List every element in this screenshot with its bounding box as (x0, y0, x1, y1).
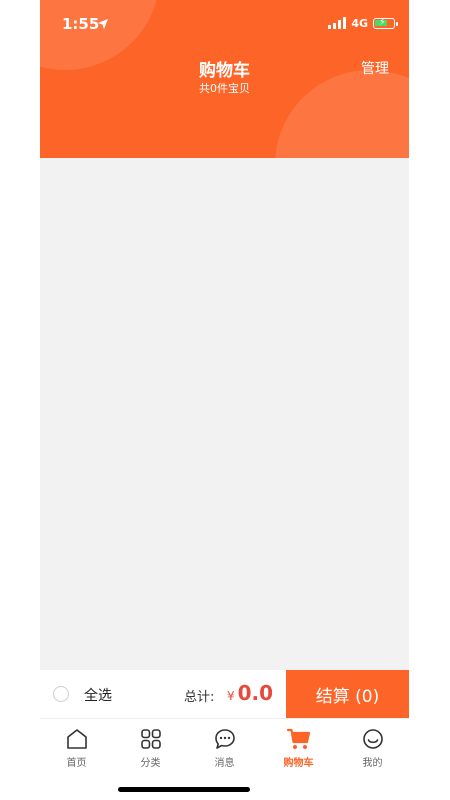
home-indicator (118, 787, 250, 792)
location-arrow-icon (97, 15, 111, 29)
select-all-label[interactable]: 全选 (84, 685, 112, 705)
page-title: 购物车 (199, 61, 250, 81)
checkout-button[interactable]: 结算 (0) (286, 670, 409, 718)
tab-label: 分类 (140, 758, 161, 769)
total-amount-value: 0.0 (237, 681, 274, 705)
tab-cart[interactable]: 购物车 (262, 727, 335, 769)
home-icon (66, 729, 87, 749)
battery-icon: ⚡ (373, 17, 398, 29)
tab-label: 首页 (66, 758, 87, 769)
tab-messages[interactable]: 消息 (188, 727, 261, 769)
status-bar: 1:55 4G ⚡ (40, 0, 409, 46)
chat-icon (214, 729, 235, 749)
tab-label: 购物车 (283, 758, 314, 769)
select-all-checkbox[interactable] (53, 686, 69, 702)
total-label: 总计: (184, 690, 215, 705)
item-count: 共0件宝贝 (199, 82, 250, 95)
tab-label: 我的 (362, 758, 383, 769)
grid-icon (140, 729, 161, 749)
cart-list-empty (40, 158, 409, 670)
cart-header: 1:55 4G ⚡ 购物车 共0件宝贝 管理 (40, 0, 409, 158)
tab-mine[interactable]: 我的 (336, 727, 409, 769)
status-time: 1:55 (62, 15, 100, 33)
tab-category[interactable]: 分类 (114, 727, 187, 769)
smiley-icon (362, 729, 383, 749)
tab-label: 消息 (214, 758, 235, 769)
tab-home[interactable]: 首页 (40, 727, 113, 769)
total-price: ¥ 0.0 (227, 681, 273, 705)
phone-screen: 1:55 4G ⚡ 购物车 共0件宝贝 管理 全选 总计: ¥ 0.0 结算 (… (40, 0, 409, 800)
network-type: 4G (351, 16, 368, 30)
checkout-bar: 全选 总计: ¥ 0.0 结算 (0) (40, 670, 409, 718)
cart-icon (286, 728, 310, 749)
manage-button[interactable]: 管理 (361, 58, 389, 78)
signal-icon (328, 17, 347, 29)
currency-symbol: ¥ (227, 689, 235, 703)
status-indicators: 4G ⚡ (328, 16, 398, 30)
